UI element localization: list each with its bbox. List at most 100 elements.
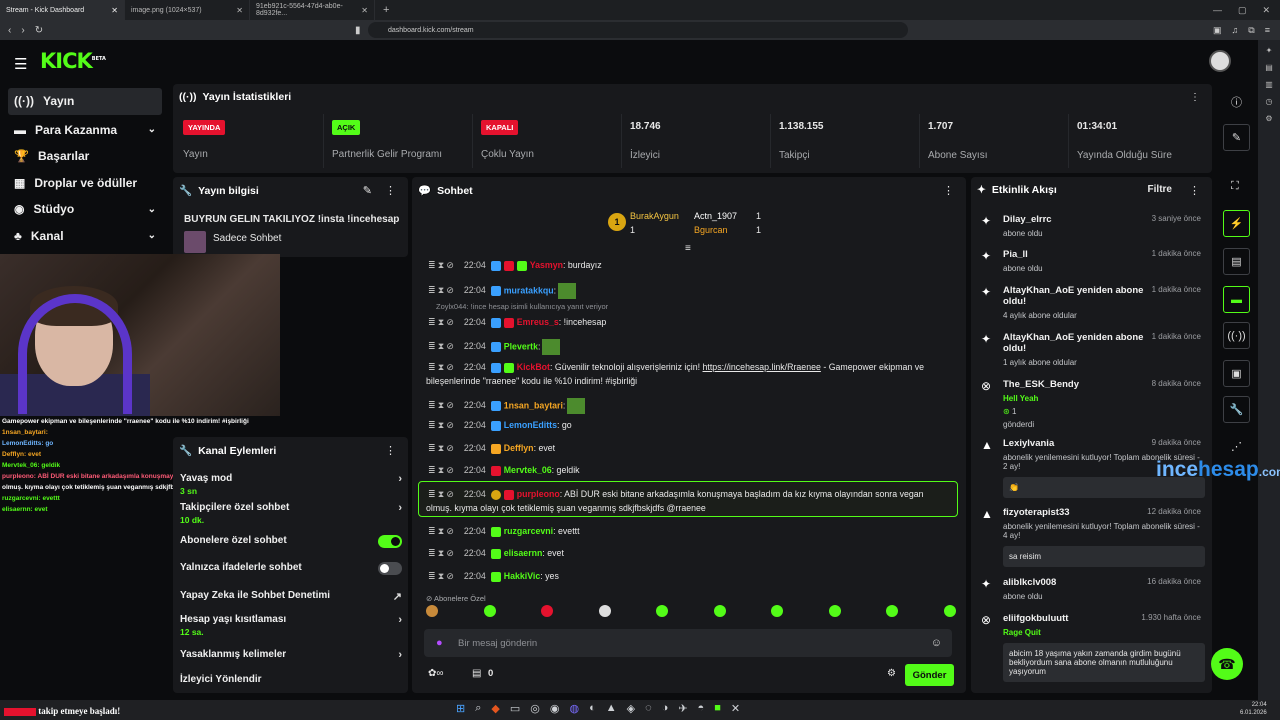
emote[interactable]: [483, 605, 496, 617]
event-user[interactable]: Dilay_elrrc: [979, 214, 1144, 225]
mod-actions-icon[interactable]: ≣ ⧗ ⊘: [428, 420, 454, 430]
support-button[interactable]: ☎: [1211, 648, 1243, 680]
extensions-icon[interactable]: ⧉: [1248, 25, 1254, 36]
menu-icon[interactable]: ☰: [14, 55, 27, 73]
message-user[interactable]: LemonEditts: [504, 420, 557, 430]
mod-actions-icon[interactable]: ≣ ⧗ ⊘: [428, 548, 454, 558]
reload-icon[interactable]: ↻: [35, 25, 43, 36]
event-user[interactable]: The_ESK_Bendy: [979, 379, 1144, 390]
followers-only-setting[interactable]: Takipçilere özel sohbet 10 dk. ›: [180, 502, 404, 525]
emote[interactable]: [943, 605, 956, 617]
mod-actions-icon[interactable]: ≣ ⧗ ⊘: [428, 571, 454, 581]
close-icon[interactable]: ✕: [361, 6, 368, 15]
app-icon[interactable]: ✈: [678, 702, 687, 715]
url-field[interactable]: dashboard.kick.com/stream: [368, 22, 908, 38]
share-icon[interactable]: ⋰: [1231, 440, 1242, 453]
sidebar-item-droplar[interactable]: ▦ Droplar ve ödüller: [0, 170, 170, 197]
mod-actions-icon[interactable]: ≣ ⧗ ⊘: [428, 341, 454, 351]
message-user[interactable]: Emreus_s: [517, 317, 559, 327]
app-icon[interactable]: ◈: [627, 702, 635, 715]
lightning-icon[interactable]: ⚡: [1223, 210, 1250, 237]
bookmark-icon[interactable]: ▮: [355, 25, 361, 36]
message-user[interactable]: KickBot: [517, 362, 550, 372]
message-user[interactable]: 1nsan_baytari: [504, 400, 563, 410]
event-user[interactable]: eliifgokbuluutt: [979, 613, 1144, 624]
ai-moderation-setting[interactable]: Yapay Zeka ile Sohbet Denetimi ↗: [180, 590, 404, 603]
mod-actions-icon[interactable]: ≣ ⧗ ⊘: [428, 362, 454, 372]
mod-actions-icon[interactable]: ≣ ⧗ ⊘: [428, 317, 454, 327]
message-user[interactable]: purpleono: [517, 489, 560, 499]
message-user[interactable]: muratakkqu: [504, 285, 554, 295]
raid-setting[interactable]: İzleyici Yönlendir: [180, 674, 404, 685]
fullscreen-icon[interactable]: ⛶: [1231, 180, 1239, 193]
new-tab-button[interactable]: +: [375, 4, 397, 16]
emote[interactable]: [426, 605, 438, 617]
mod-actions-icon[interactable]: ≣ ⧗ ⊘: [428, 260, 454, 270]
browser-tab-1[interactable]: Stream - Kick Dashboard ✕: [0, 0, 125, 20]
more-options-icon[interactable]: ⋮: [385, 184, 396, 197]
vpn-icon[interactable]: ✕: [731, 702, 740, 715]
info-icon[interactable]: ⓘ: [1231, 94, 1242, 110]
sidebar-item-studyo[interactable]: ◉ Stüdyo ⌄: [0, 196, 170, 223]
slow-mode-setting[interactable]: Yavaş mod 3 sn ›: [180, 473, 404, 496]
mod-actions-icon[interactable]: ≣ ⧗ ⊘: [428, 400, 454, 410]
mod-actions-icon[interactable]: ≣ ⧗ ⊘: [428, 465, 454, 475]
event-user[interactable]: fizyoterapist33: [979, 507, 1144, 518]
app-icon[interactable]: ◑: [662, 702, 669, 715]
steam-icon[interactable]: ◎: [530, 702, 540, 715]
more-options-icon[interactable]: ⋮: [943, 184, 954, 197]
emote[interactable]: [771, 605, 784, 617]
event-user[interactable]: AltayKhan_AoE yeniden abone oldu!: [979, 332, 1144, 354]
store-icon[interactable]: ▤: [472, 668, 481, 679]
avatar[interactable]: [1209, 50, 1231, 72]
menu-icon[interactable]: ≡: [1265, 25, 1270, 36]
message-user[interactable]: Plevertk: [504, 341, 538, 351]
maximize-icon[interactable]: ▢: [1238, 5, 1247, 16]
mod-actions-icon[interactable]: ≣ ⧗ ⊘: [428, 526, 454, 536]
history-icon[interactable]: ◷: [1266, 97, 1273, 106]
chat-bubble-icon[interactable]: ▬: [1223, 286, 1250, 313]
app-icon[interactable]: ▲: [606, 702, 617, 715]
banned-words-setting[interactable]: Yasaklanmış kelimeler ›: [180, 649, 404, 661]
back-icon[interactable]: ‹: [8, 25, 11, 36]
edit-icon[interactable]: ✎: [363, 184, 372, 197]
message-user[interactable]: ruzgarcevni: [504, 526, 553, 536]
filter-button[interactable]: Filtre: [1148, 184, 1172, 195]
more-options-icon[interactable]: ⋮: [1189, 184, 1200, 197]
kick-logo[interactable]: KICKBETA: [40, 49, 106, 73]
sidebar-item-yayin[interactable]: ((·)) Yayın: [8, 88, 162, 115]
wrench-icon[interactable]: 🔧: [1223, 396, 1250, 423]
close-window-icon[interactable]: ✕: [1262, 5, 1270, 16]
edit-icon[interactable]: ✎: [1223, 124, 1250, 151]
message-user[interactable]: HakkiVic: [504, 571, 541, 581]
github-icon[interactable]: ◓: [698, 702, 705, 715]
broadcast-icon[interactable]: ((·)): [1223, 322, 1250, 349]
search-icon[interactable]: ⌕: [475, 702, 481, 715]
document-icon[interactable]: ▤: [1223, 248, 1250, 275]
music-icon[interactable]: ♫: [1232, 25, 1239, 36]
subscribers-only-toggle[interactable]: [378, 535, 402, 548]
minecraft-icon[interactable]: ■: [714, 702, 721, 715]
mod-actions-icon[interactable]: ≣ ⧗ ⊘: [428, 443, 454, 453]
microphone-icon[interactable]: ●: [436, 637, 443, 649]
message-link[interactable]: https://incehesap.link/Rraenee: [703, 362, 821, 372]
message-user[interactable]: Defflyn: [504, 443, 534, 453]
emote[interactable]: [713, 605, 726, 617]
send-button[interactable]: Gönder: [905, 664, 954, 686]
close-icon[interactable]: ✕: [111, 6, 118, 15]
emoji-icon[interactable]: ☺: [931, 637, 942, 649]
browser-tab-2[interactable]: image.png (1024×537) ✕: [125, 0, 250, 20]
message-user[interactable]: elisaernn: [504, 548, 543, 558]
forward-icon[interactable]: ›: [21, 25, 24, 36]
channel-points-icon[interactable]: ✿∞: [428, 668, 444, 679]
notes-icon[interactable]: ▥: [1265, 80, 1273, 89]
emote[interactable]: [598, 605, 611, 617]
windows-icon[interactable]: ⊞: [456, 702, 465, 715]
emote-only-toggle[interactable]: [378, 562, 402, 575]
close-icon[interactable]: ✕: [236, 6, 243, 15]
screenshot-icon[interactable]: ▣: [1213, 25, 1222, 36]
emote[interactable]: [828, 605, 841, 617]
wallet-icon[interactable]: ▤: [1265, 63, 1273, 72]
sidebar-item-para-kazanma[interactable]: ▬ Para Kazanma ⌄: [0, 117, 170, 144]
minimize-icon[interactable]: —: [1213, 5, 1222, 16]
